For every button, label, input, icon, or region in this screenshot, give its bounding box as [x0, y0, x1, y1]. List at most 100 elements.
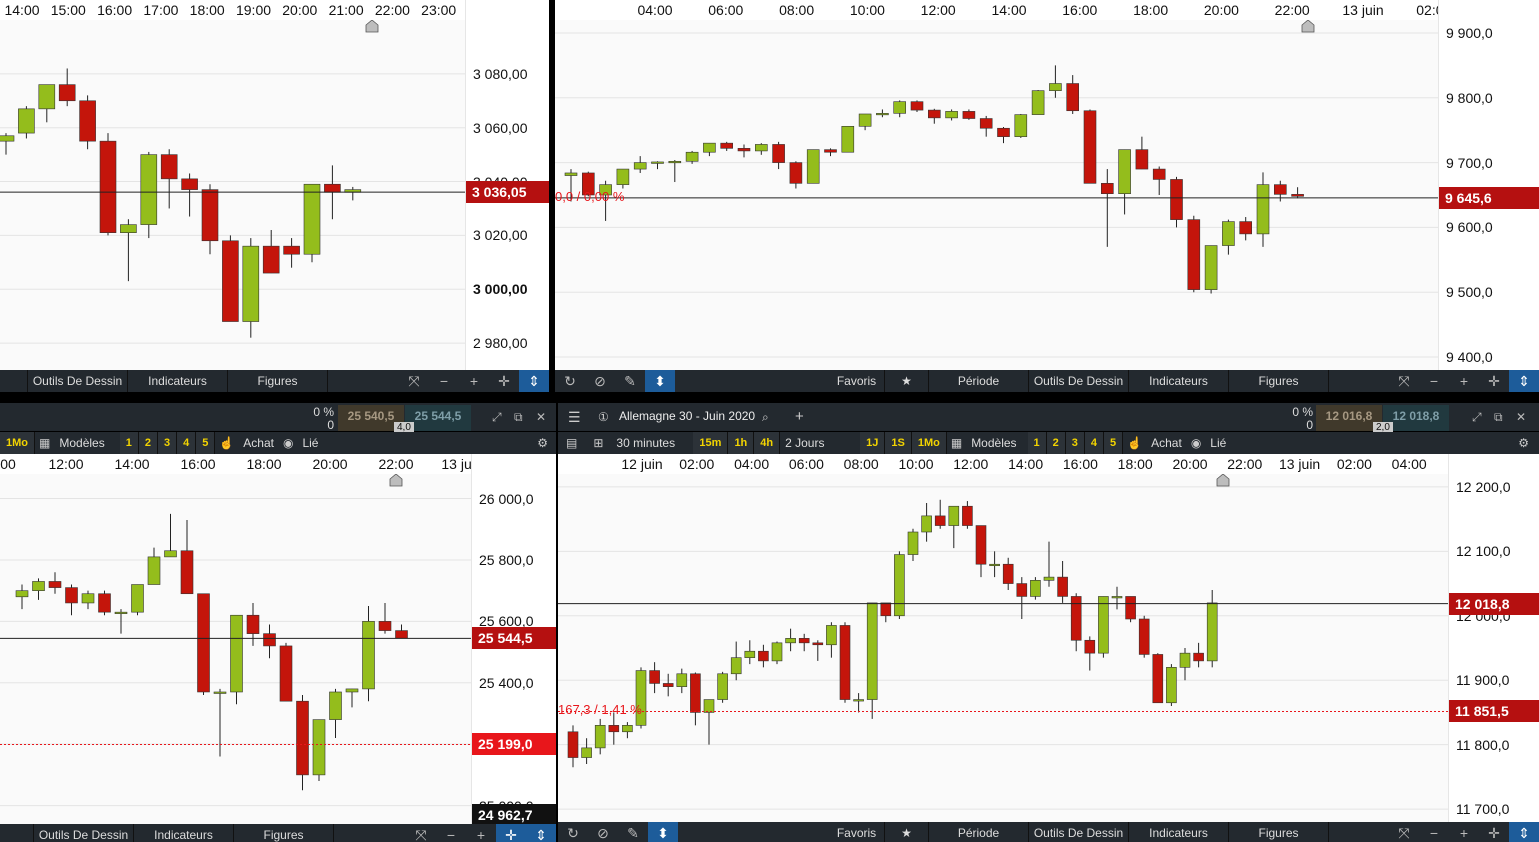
period-button[interactable]: Période — [929, 822, 1029, 842]
price-axis[interactable]: 9 900,0 9 800,0 9 700,0 9 600,0 9 500,0 9 400… — [1438, 0, 1539, 370]
crosshair-icon[interactable]: ✛ — [496, 824, 526, 842]
drawing-tools-button[interactable]: Outils De Dessin — [34, 824, 134, 842]
eye-icon[interactable]: ◉ — [279, 432, 297, 454]
magnet-icon[interactable]: ⬍ — [648, 822, 678, 842]
range-select[interactable]: 2 Jours — [780, 432, 860, 454]
indicators-button[interactable]: Indicateurs — [128, 370, 228, 392]
drawing-tools-button[interactable]: Outils De Dessin — [1029, 822, 1129, 842]
fit-icon[interactable]: ⤧ — [1389, 370, 1419, 392]
block-icon[interactable]: ⊘ — [588, 822, 618, 842]
price-axis[interactable]: 12 200,0 12 100,0 12 000,0 11 900,0 11 800,0… — [1448, 454, 1539, 822]
buy-hand-icon[interactable]: ☝ — [1123, 432, 1146, 454]
crosshair-icon[interactable]: ✛ — [489, 370, 519, 392]
period-1s[interactable]: 1S — [885, 432, 912, 454]
period-1h[interactable]: 1h — [728, 432, 755, 454]
auto-scale-icon[interactable]: ⇕ — [519, 370, 549, 392]
settings-gear-icon[interactable]: ⚙ — [533, 432, 556, 454]
scroll-marker[interactable] — [365, 20, 379, 33]
auto-scale-icon[interactable]: ⇕ — [526, 824, 556, 842]
refresh-icon[interactable]: ↻ — [558, 822, 588, 842]
indicators-button[interactable]: Indicateurs — [1129, 822, 1229, 842]
layout-icon[interactable]: ⊞ — [585, 432, 611, 454]
block-icon[interactable]: ⊘ — [585, 370, 615, 392]
templates-icon[interactable]: ▦ — [947, 432, 966, 454]
chart-plot[interactable]: 167,3 / 1,41 % — [558, 474, 1448, 822]
zoom-out-icon[interactable]: − — [1419, 370, 1449, 392]
eye-icon[interactable]: ◉ — [1187, 432, 1205, 454]
chart-plot[interactable] — [0, 474, 471, 824]
indicators-button[interactable]: Indicateurs — [1129, 370, 1229, 392]
template-5[interactable]: 5 — [196, 432, 216, 454]
template-1[interactable]: 1 — [1027, 432, 1047, 454]
popout-icon[interactable]: ⤢ — [492, 410, 502, 425]
zoom-out-icon[interactable]: − — [429, 370, 459, 392]
template-5[interactable]: 5 — [1104, 432, 1124, 454]
pencil-icon[interactable]: ✎ — [618, 822, 648, 842]
template-4[interactable]: 4 — [1084, 432, 1105, 454]
zoom-in-icon[interactable]: + — [466, 824, 496, 842]
zoom-in-icon[interactable]: + — [1449, 370, 1479, 392]
figures-button[interactable]: Figures — [1229, 822, 1329, 842]
fit-icon[interactable]: ⤧ — [399, 370, 429, 392]
figures-button[interactable]: Figures — [234, 824, 334, 842]
search-icon[interactable]: ⌕ — [758, 406, 773, 428]
menu-button[interactable] — [0, 824, 34, 842]
period-button[interactable]: Période — [929, 370, 1029, 392]
add-tab-icon[interactable]: + — [791, 406, 808, 428]
buy-hand-icon[interactable]: ☝ — [215, 432, 238, 454]
close-icon[interactable]: ✕ — [1516, 410, 1526, 424]
templates-button[interactable]: Modèles — [54, 432, 109, 454]
scroll-marker[interactable] — [1301, 20, 1315, 33]
detach-icon[interactable]: ⧉ — [514, 410, 523, 425]
template-2[interactable]: 2 — [138, 432, 158, 454]
star-icon[interactable]: ★ — [885, 370, 929, 392]
favorites-button[interactable]: Favoris — [829, 370, 885, 392]
settings-gear-icon[interactable]: ⚙ — [1514, 432, 1539, 454]
period-1mo[interactable]: 1Mo — [911, 432, 947, 454]
crosshair-icon[interactable]: ✛ — [1479, 370, 1509, 392]
linked-button[interactable]: Lié — [297, 432, 323, 454]
scroll-marker[interactable] — [389, 474, 403, 487]
template-3[interactable]: 3 — [1065, 432, 1085, 454]
instrument-title[interactable]: Allemagne 30 - Juin 2020 — [619, 409, 755, 423]
templates-button[interactable]: Modèles — [966, 432, 1021, 454]
auto-scale-icon[interactable]: ⇕ — [1509, 822, 1539, 842]
refresh-icon[interactable]: ↻ — [555, 370, 585, 392]
template-4[interactable]: 4 — [177, 432, 197, 454]
zoom-in-icon[interactable]: + — [459, 370, 489, 392]
indicators-button[interactable]: Indicateurs — [134, 824, 234, 842]
linked-button[interactable]: Lié — [1205, 432, 1231, 454]
drawing-tools-button[interactable]: Outils De Dessin — [28, 370, 128, 392]
zoom-in-icon[interactable]: + — [1449, 822, 1479, 842]
period-15m[interactable]: 15m — [693, 432, 729, 454]
menu-button[interactable] — [0, 370, 28, 392]
chart-plot[interactable]: 0,0 / 0,00 % — [555, 20, 1438, 370]
crosshair-icon[interactable]: ✛ — [1479, 822, 1509, 842]
period-1j[interactable]: 1J — [860, 432, 886, 454]
close-icon[interactable]: ✕ — [536, 410, 546, 424]
instrument-number-icon[interactable]: ① — [594, 406, 613, 428]
chart-plot[interactable] — [0, 20, 465, 370]
period-1mo[interactable]: 1Mo — [0, 432, 35, 454]
buy-button[interactable]: Achat — [238, 432, 279, 454]
figures-button[interactable]: Figures — [228, 370, 328, 392]
price-axis[interactable]: 3 080,003 060,003 040,003 020,003 000,00… — [465, 0, 549, 370]
drawing-tools-button[interactable]: Outils De Dessin — [1029, 370, 1129, 392]
favorites-button[interactable]: Favoris — [829, 822, 885, 842]
zoom-out-icon[interactable]: − — [436, 824, 466, 842]
templates-icon[interactable]: ▦ — [35, 432, 54, 454]
list-icon[interactable]: ▤ — [558, 432, 585, 454]
star-icon[interactable]: ★ — [885, 822, 929, 842]
auto-scale-icon[interactable]: ⇕ — [1509, 370, 1539, 392]
figures-button[interactable]: Figures — [1229, 370, 1329, 392]
buy-button[interactable]: Achat — [1146, 432, 1187, 454]
period-4h[interactable]: 4h — [754, 432, 781, 454]
template-3[interactable]: 3 — [157, 432, 178, 454]
zoom-out-icon[interactable]: − — [1419, 822, 1449, 842]
interval-select[interactable]: 30 minutes — [611, 432, 693, 454]
template-2[interactable]: 2 — [1046, 432, 1066, 454]
template-1[interactable]: 1 — [119, 432, 139, 454]
buy-price-button[interactable]: 25 544,5 — [405, 405, 471, 431]
price-axis[interactable]: 26 000,025 800,025 600,025 400,025 200,0… — [471, 454, 556, 826]
popout-icon[interactable]: ⤢ — [1472, 410, 1482, 425]
